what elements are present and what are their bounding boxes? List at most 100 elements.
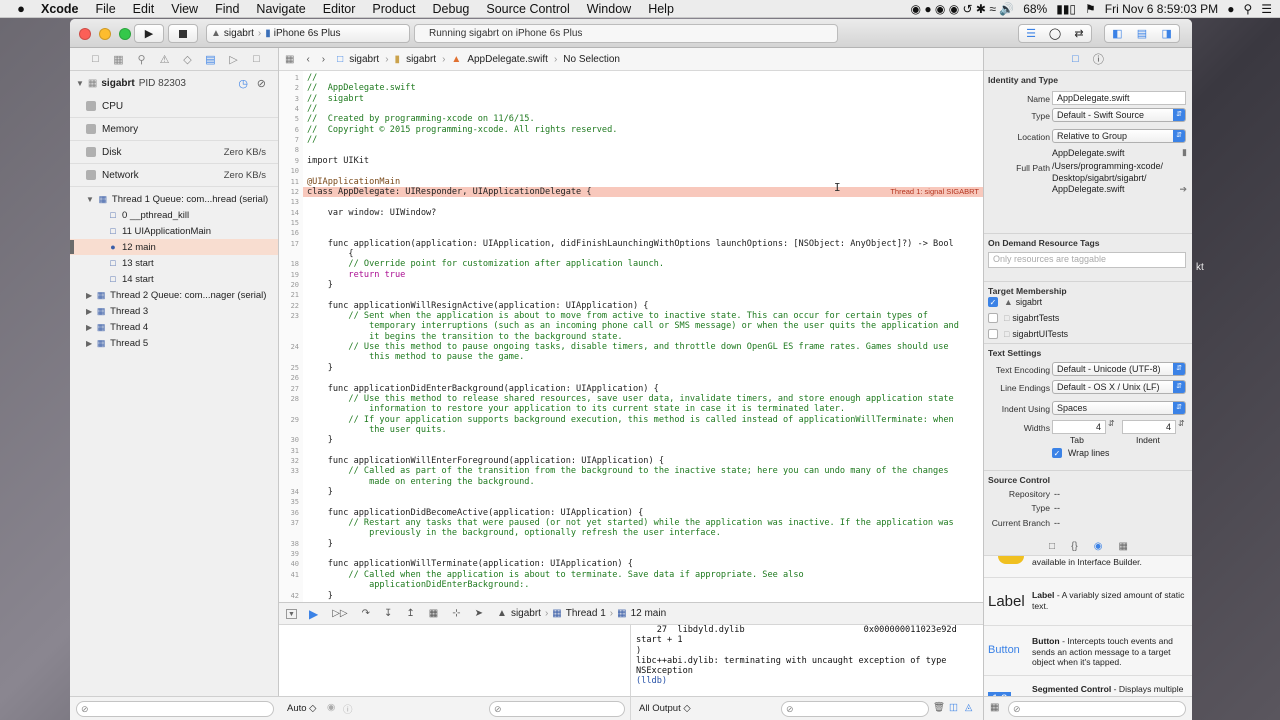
code-line[interactable]: func application(application: UIApplicat… [307, 239, 954, 249]
debug-thread[interactable]: Thread 1 [566, 608, 606, 619]
line-number[interactable]: 17 [279, 240, 299, 248]
code-line[interactable]: func applicationWillTerminate(applicatio… [307, 559, 633, 569]
line-number[interactable]: 10 [279, 167, 299, 175]
variables-scope-popup[interactable]: Auto ◇ [287, 703, 317, 714]
code-line[interactable]: information to restore your application … [307, 404, 845, 414]
stack-frame-row[interactable]: □ 0 __pthread_kill [70, 207, 278, 223]
line-number[interactable]: 4 [279, 105, 299, 113]
code-area[interactable]: 1 2 3 4 5 6 7 8 9 10 11 12 13 14 15 16 17 18 19 20 21 22 23 24 2… [279, 71, 983, 625]
line-number[interactable]: 35 [279, 498, 299, 506]
gauge-memory[interactable]: Memory [70, 118, 278, 141]
report-navigator-icon[interactable]: □ [245, 53, 268, 65]
object-library-icon[interactable]: ◉ [1094, 541, 1103, 552]
code-line[interactable]: // sigabrt [307, 94, 364, 104]
code-line[interactable]: } [307, 280, 333, 290]
console-output-popup[interactable]: All Output ◇ [639, 703, 691, 714]
debug-project[interactable]: sigabrt [511, 608, 541, 619]
navigator-filter-field[interactable]: ⊘ [76, 701, 274, 717]
line-number[interactable]: 16 [279, 229, 299, 237]
code-line[interactable]: // Restart any tasks that were paused (o… [307, 518, 953, 528]
variables-view[interactable] [279, 625, 631, 696]
code-line[interactable]: } [307, 435, 333, 445]
library-item-label[interactable]: Label Label - A variably sized amount of… [984, 578, 1192, 626]
gauge-options-icon[interactable]: ◷ [238, 77, 248, 90]
disclosure-triangle-icon[interactable]: ▶ [86, 307, 92, 316]
target-row[interactable]: □ sigabrtTests [988, 313, 1059, 323]
tab-width-field[interactable]: 4 [1052, 420, 1106, 434]
indent-using-popup[interactable]: Spaces ⇵ [1052, 401, 1186, 415]
clock[interactable]: Fri Nov 6 8:59:03 PM [1105, 2, 1218, 16]
code-line[interactable]: func applicationWillResignActive(applica… [307, 301, 649, 311]
step-out-icon[interactable]: ↥ [406, 608, 414, 619]
line-number[interactable]: 27 [279, 385, 299, 393]
code-line[interactable]: func applicationDidEnterBackground(appli… [307, 384, 659, 394]
stack-frame-row[interactable]: □ 13 start [70, 255, 278, 271]
target-checkbox[interactable] [988, 329, 998, 339]
code-line[interactable]: previously in the background, optionally… [307, 528, 721, 538]
version-editor-icon[interactable]: ⇄ [1067, 27, 1091, 40]
code-line[interactable]: temporary interruptions (such as an inco… [307, 321, 959, 331]
line-number[interactable]: 34 [279, 488, 299, 496]
menu-xcode[interactable]: Xcode [41, 2, 79, 16]
code-line[interactable]: // Created by programming-xcode on 11/6/… [307, 114, 535, 124]
stop-button[interactable] [168, 24, 198, 43]
menu-navigate[interactable]: Navigate [256, 2, 305, 16]
media-library-icon[interactable]: ▦ [1119, 541, 1128, 552]
disclosure-triangle-icon[interactable]: ▶ [86, 291, 92, 300]
project-navigator-icon[interactable]: □ [84, 53, 107, 65]
code-line[interactable]: // Sent when the application is about to… [307, 311, 927, 321]
debug-area-toggle-icon[interactable]: ▤ [1130, 27, 1155, 40]
line-number[interactable]: 36 [279, 509, 299, 517]
line-number[interactable]: 37 [279, 519, 299, 527]
library-item-partial[interactable]: available in Interface Builder. [984, 556, 1192, 578]
code-line[interactable]: the user quits. [307, 425, 447, 435]
target-row[interactable]: ✓ ▲ sigabrt [988, 297, 1042, 307]
target-row[interactable]: □ sigabrtUITests [988, 329, 1068, 339]
battery-percent[interactable]: 68% [1023, 2, 1047, 16]
debug-navigator-icon[interactable]: ▤ [199, 53, 222, 66]
battery-icon[interactable]: ▮▮▯ [1056, 2, 1076, 16]
code-line[interactable]: func applicationDidBecomeActive(applicat… [307, 508, 644, 518]
line-number[interactable]: 41 [279, 571, 299, 579]
line-number[interactable]: 13 [279, 198, 299, 206]
info-icon[interactable]: ⓘ [343, 702, 353, 716]
breakpoint-navigator-icon[interactable]: ▷ [222, 53, 245, 66]
scheme-selector[interactable]: ▲ sigabrt › ▮ iPhone 6s Plus [206, 24, 410, 43]
code-line[interactable]: this method to pause the game. [307, 352, 524, 362]
quick-help-icon[interactable]: ⓘ [1093, 51, 1104, 67]
code-line[interactable]: made on entering the background. [307, 477, 535, 487]
wrap-lines-row[interactable]: ✓ Wrap lines [1052, 448, 1109, 458]
continue-icon[interactable]: ▷▷ [332, 608, 347, 619]
console-output[interactable]: 27 libdyld.dylib 0x000000011023e92d start… [631, 625, 983, 696]
run-button[interactable]: ▶ [134, 24, 164, 43]
line-number[interactable]: 20 [279, 281, 299, 289]
spotlight-icon[interactable]: ⚲ [1243, 2, 1252, 16]
code-line[interactable]: { [307, 249, 353, 259]
line-number[interactable]: 9 [279, 157, 299, 165]
step-over-icon[interactable]: ↷ [362, 608, 370, 619]
code-line[interactable]: return true [307, 270, 405, 280]
code-line[interactable]: class AppDelegate: UIResponder, UIApplic… [307, 187, 592, 197]
navigator-toggle-icon[interactable]: ◧ [1105, 27, 1130, 40]
line-number[interactable]: 31 [279, 447, 299, 455]
reveal-arrow-icon[interactable]: ➔ [1179, 184, 1187, 195]
menu-product[interactable]: Product [372, 2, 415, 16]
thread-row[interactable]: ▶ ▦ Thread 4 [70, 319, 278, 335]
hide-debug-area-icon[interactable]: ▼ [286, 608, 297, 619]
forward-icon[interactable]: › [322, 54, 325, 65]
line-number[interactable]: 2 [279, 84, 299, 92]
code-line[interactable]: func applicationWillEnterForeground(appl… [307, 456, 664, 466]
test-navigator-icon[interactable]: ◇ [176, 53, 199, 66]
eye-icon[interactable]: ◉ [327, 702, 335, 713]
code-line[interactable]: // Override point for customization afte… [307, 259, 664, 269]
thread-row[interactable]: ▶ ▦ Thread 5 [70, 335, 278, 351]
line-number[interactable]: 19 [279, 271, 299, 279]
menu-find[interactable]: Find [215, 2, 239, 16]
apple-menu-icon[interactable]: ● [13, 1, 29, 16]
line-number[interactable]: 15 [279, 219, 299, 227]
code-line[interactable]: // [307, 104, 317, 114]
thread-row[interactable]: ▶ ▦ Thread 3 [70, 303, 278, 319]
minimize-window-button[interactable] [99, 28, 111, 40]
menu-help[interactable]: Help [648, 2, 674, 16]
variables-filter-field[interactable]: ⊘ [489, 701, 625, 717]
